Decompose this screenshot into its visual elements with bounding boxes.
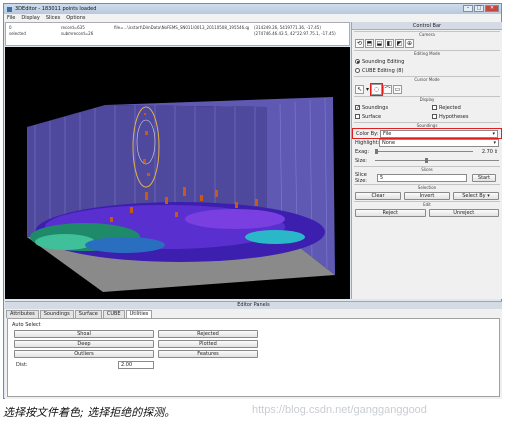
camera-section-label: Camera: [354, 31, 500, 37]
pointer-cursor-icon[interactable]: ↖: [355, 84, 364, 94]
color-by-value: File: [383, 130, 392, 137]
highlight-label: Highlight:: [355, 139, 380, 146]
line-cursor-icon[interactable]: ⌒: [383, 84, 392, 94]
menu-slices[interactable]: Slices: [46, 15, 60, 21]
chevron-down-icon: ▾: [487, 192, 490, 199]
rectangle-cursor-icon[interactable]: ▭: [393, 84, 402, 94]
unreject-button[interactable]: Unreject: [428, 208, 499, 217]
surface-checkbox[interactable]: [355, 114, 360, 119]
rejected-checkbox[interactable]: [432, 105, 437, 110]
tab-attributes[interactable]: Attributes: [6, 310, 39, 318]
color-by-select[interactable]: File ▾: [380, 129, 498, 138]
select-by-button[interactable]: Select By ▾: [453, 191, 499, 200]
minimize-button[interactable]: –: [463, 5, 473, 12]
rejected-button[interactable]: Rejected: [158, 330, 258, 338]
close-button[interactable]: ✕: [485, 5, 499, 12]
editor-panels-title: Editor Panels: [5, 302, 502, 309]
surface-option-label: Surface: [362, 113, 382, 120]
point-cloud-view[interactable]: [5, 47, 350, 299]
menu-display[interactable]: Display: [21, 15, 39, 21]
editor-panels: Editor Panels Attributes Soundings Surfa…: [5, 301, 502, 399]
tab-cube[interactable]: CUBE: [102, 310, 125, 318]
cube-editing-label: CUBE Editing (8): [362, 67, 404, 74]
soundings-option-label: Soundings: [362, 104, 389, 111]
display-label: Display: [354, 96, 500, 102]
editor-window: 3DEditor - 183011 points loaded – □ ✕ Fi…: [3, 3, 502, 399]
chevron-down-icon: ▾: [493, 139, 496, 146]
control-bar: Control Bar Camera ⟲ ⬒ ⬓ ◧ ◩ ⊕ Editing M…: [351, 22, 502, 299]
exag-label: Exag:: [355, 148, 370, 155]
editing-mode-label: Editing Mode: [354, 50, 500, 56]
dist-input[interactable]: 2.00: [118, 361, 154, 369]
figure-caption: 选择按文件着色; 选择拒绝的探测。: [3, 406, 176, 419]
camera-iso-icon[interactable]: ◩: [395, 39, 404, 48]
hypotheses-option-label: Hypotheses: [439, 113, 469, 120]
watermark-url: https://blog.csdn.net/gangganggood: [252, 404, 427, 416]
color-by-label: Color By:: [356, 130, 379, 137]
exag-value: 2.70: [481, 148, 493, 155]
tab-soundings[interactable]: Soundings: [39, 310, 74, 318]
highlight-select[interactable]: None ▾: [379, 138, 499, 147]
clear-button[interactable]: Clear: [355, 191, 401, 200]
hypotheses-checkbox[interactable]: [432, 114, 437, 119]
size-label: Size:: [355, 157, 367, 164]
title-bar: 3DEditor - 183011 points loaded – □ ✕: [4, 4, 501, 14]
shoal-button[interactable]: Shoal: [14, 330, 154, 338]
control-bar-title: Control Bar: [352, 22, 502, 30]
chevron-down-icon: ▾: [492, 130, 495, 137]
outliers-button[interactable]: Outliers: [14, 350, 154, 358]
tab-surface[interactable]: Surface: [74, 310, 102, 318]
reject-button[interactable]: Reject: [355, 208, 426, 217]
camera-rotate-icon[interactable]: ⟲: [355, 39, 364, 48]
dist-value: 2.00: [121, 362, 133, 368]
menu-options[interactable]: Options: [66, 15, 85, 21]
slice-size-input[interactable]: 5: [377, 174, 467, 182]
camera-side-icon[interactable]: ◧: [385, 39, 394, 48]
rejected-option-label: Rejected: [439, 104, 461, 111]
info-bar: 0 selected record=635 submrecord=26 file…: [5, 22, 350, 46]
slice-size-value: 5: [380, 175, 384, 181]
features-button[interactable]: Features: [158, 350, 258, 358]
radio-cube-editing[interactable]: [355, 68, 360, 73]
sounding-editing-label: Sounding Editing: [362, 58, 405, 65]
edit-label: Edit: [354, 201, 500, 207]
utilities-panel: Auto Select Shoal Rejected Deep Plotted …: [7, 318, 500, 397]
camera-front-icon[interactable]: ⬓: [375, 39, 384, 48]
soundings-section-label: Soundings: [354, 122, 500, 128]
deep-button[interactable]: Deep: [14, 340, 154, 348]
invert-button[interactable]: Invert: [404, 191, 450, 200]
selected-label: selected: [9, 31, 26, 36]
pointer-dropdown-icon[interactable]: ▾: [365, 85, 370, 94]
3d-viewport[interactable]: [5, 47, 350, 299]
menu-file[interactable]: File: [7, 15, 15, 21]
file-path: file=...\icstart\DimData\NoFEMS_SN011\00…: [114, 25, 249, 30]
camera-top-icon[interactable]: ⬒: [365, 39, 374, 48]
menu-bar: File Display Slices Options: [4, 14, 501, 22]
selection-label: Selection: [354, 184, 500, 190]
exag-slider[interactable]: [375, 149, 473, 154]
select-by-label: Select By: [462, 192, 486, 199]
maximize-button[interactable]: □: [474, 5, 484, 12]
slice-size-label: Slice Size:: [355, 172, 367, 184]
window-title: 3DEditor - 183011 points loaded: [15, 6, 97, 12]
cursor-mode-label: Cursor Mode: [354, 76, 500, 82]
plotted-button[interactable]: Plotted: [158, 340, 258, 348]
auto-select-label: Auto Select: [12, 322, 41, 328]
size-slider[interactable]: [375, 158, 499, 163]
lasso-cursor-icon[interactable]: ◌: [370, 82, 383, 96]
subrecord-value: submrecord=26: [61, 31, 94, 36]
highlight-value: None: [382, 139, 396, 146]
camera-zoom-icon[interactable]: ⊕: [405, 39, 414, 48]
dist-label: Dist:: [16, 362, 28, 368]
start-button[interactable]: Start: [472, 174, 496, 182]
radio-sounding-editing[interactable]: [355, 59, 360, 64]
exag-spin-icon[interactable]: ⇕: [493, 149, 499, 155]
tab-utilities[interactable]: Utilities: [125, 310, 153, 318]
app-icon: [7, 6, 12, 12]
cursor-geo-position: (274746.46.43.5, 42°22.97.75.1, -17.45): [254, 31, 336, 36]
soundings-checkbox[interactable]: ✓: [355, 105, 360, 111]
